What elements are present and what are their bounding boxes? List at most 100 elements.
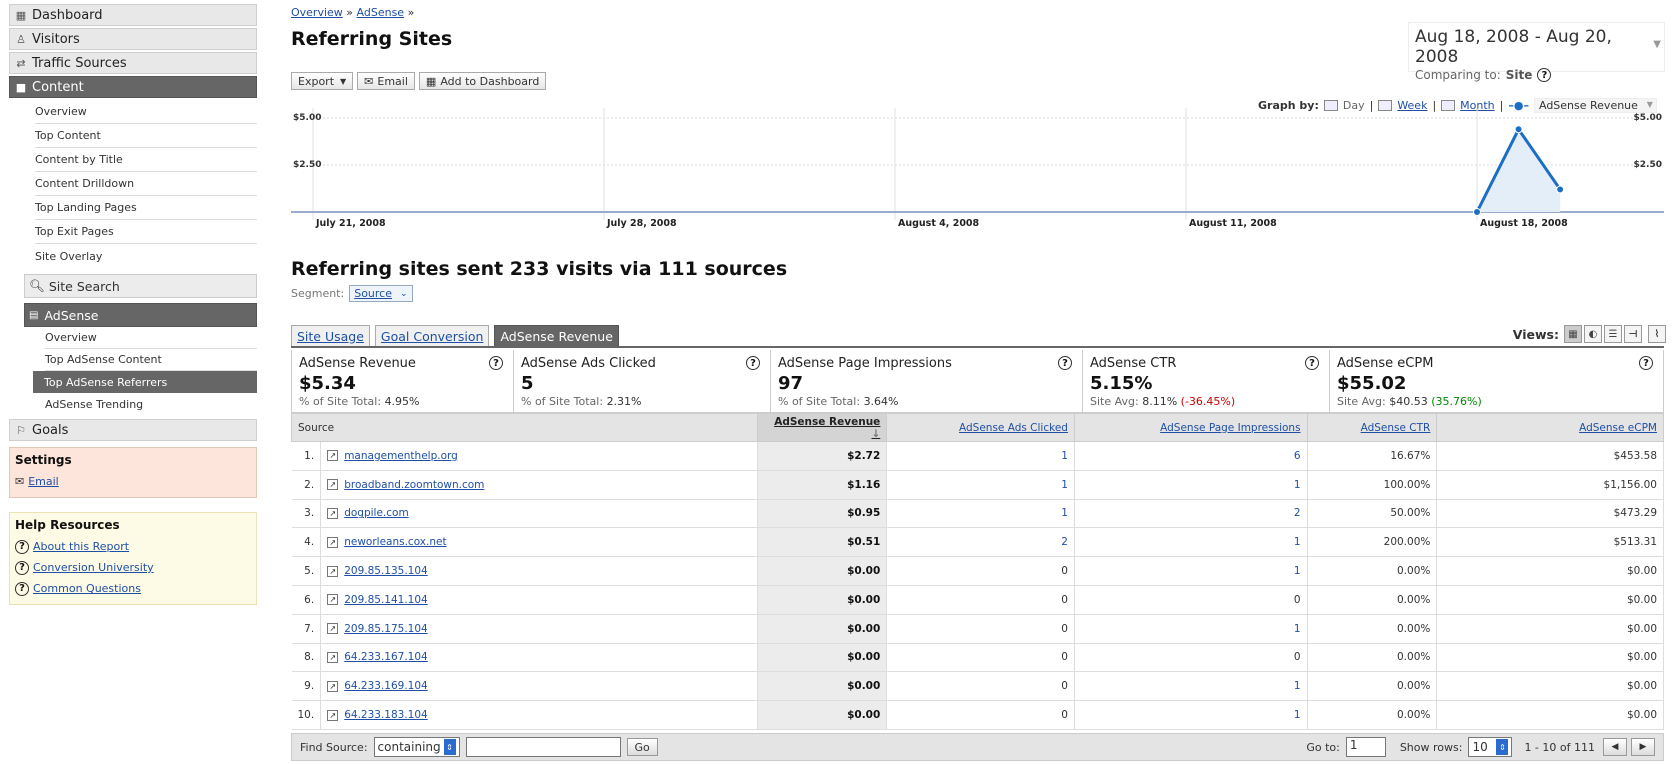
nav-dashboard[interactable]: ▦ Dashboard [9,4,257,26]
external-link-icon[interactable]: ↗ [327,709,339,721]
data-table: Source AdSense Revenue ↓ AdSense Ads Cli… [290,413,1664,730]
sidebar-item-adsense-overview[interactable]: Overview [45,327,257,349]
table-row: 10. ↗ 64.233.183.104 $0.00 0 1 0.00% $0.00 [291,700,1664,730]
sidebar-item-site-overlay[interactable]: Site Overlay [35,244,257,268]
external-link-icon[interactable]: ↗ [327,507,339,519]
cell-ctr: 0.00% [1307,700,1438,730]
breadcrumb-overview[interactable]: Overview [291,6,343,19]
prev-page-button[interactable]: ◀ [1603,738,1627,756]
performance-view-icon[interactable]: ☰ [1604,325,1622,343]
goto-input[interactable]: 1 [1345,737,1386,757]
source-link[interactable]: 64.233.169.104 [344,680,428,692]
tab-site-usage[interactable]: Site Usage [291,325,370,346]
nav-adsense[interactable]: ▤ AdSense [24,303,257,327]
chevron-down-icon[interactable]: ▼ [1653,39,1661,50]
tab-adsense-revenue[interactable]: AdSense Revenue [494,325,619,346]
question-icon[interactable]: ? [1537,68,1552,82]
external-link-icon[interactable]: ↗ [327,450,339,462]
email-button[interactable]: ✉ Email [357,72,415,90]
question-icon[interactable]: ? [1639,356,1653,370]
segment-label: Segment: [291,287,345,300]
x-tick-label: August 11, 2008 [1189,218,1277,229]
external-link-icon[interactable]: ↗ [327,680,339,692]
sidebar-item-overview[interactable]: Overview [35,100,257,124]
external-link-icon[interactable]: ↗ [327,623,339,635]
nav-site-search[interactable]: 🔍︎ Site Search [24,274,257,298]
source-link[interactable]: 64.233.183.104 [344,709,428,721]
source-link[interactable]: managementhelp.org [344,450,458,462]
cell-adsense-revenue: $0.51 [757,527,888,558]
source-link[interactable]: dogpile.com [344,507,408,519]
segment-control: Segment: Source ⌄ [291,285,413,302]
comparison-view-icon[interactable]: ⊣ [1624,325,1642,343]
breadcrumb-adsense[interactable]: AdSense [357,6,405,19]
export-button[interactable]: Export ▼ [291,72,354,90]
external-link-icon[interactable]: ↗ [327,536,339,548]
magnifier-icon: 🔍︎ [29,278,45,293]
help-conversion-university-link[interactable]: Conversion University [33,561,154,574]
cell-ctr: 0.00% [1307,671,1438,702]
sidebar-item-top-adsense-content[interactable]: Top AdSense Content [45,349,257,371]
question-icon[interactable]: ? [746,356,760,370]
spinner-icon: ⇕ [1496,739,1509,755]
cell-ads-clicked: 2 [886,527,1075,558]
help-title: Help Resources [15,518,120,532]
sidebar-item-top-content[interactable]: Top Content [35,124,257,148]
nav-visitors[interactable]: ♙ Visitors [9,28,257,50]
source-link[interactable]: 209.85.175.104 [344,623,428,635]
source-link[interactable]: 64.233.167.104 [344,651,428,663]
external-link-icon[interactable]: ↗ [327,479,339,491]
source-link[interactable]: broadband.zoomtown.com [344,479,484,491]
show-rows-select[interactable]: 10 ⇕ [1468,737,1513,757]
help-common-questions-link[interactable]: Common Questions [33,582,141,595]
segment-select[interactable]: Source ⌄ [349,285,413,302]
tab-goal-conversion[interactable]: Goal Conversion [374,325,490,346]
column-header-ctr[interactable]: AdSense CTR [1306,413,1438,442]
cell-ctr: 0.00% [1307,614,1438,644]
pivot-view-icon[interactable]: ⌇ [1648,325,1666,343]
cell-page-impressions: 2 [1074,499,1308,529]
find-source-label: Find Source: [300,740,368,754]
sidebar-item-top-landing-pages[interactable]: Top Landing Pages [35,196,257,220]
add-to-dashboard-button[interactable]: ▦ Add to Dashboard [418,72,547,90]
column-header-ads-clicked[interactable]: AdSense Ads Clicked [886,413,1075,442]
question-icon[interactable]: ? [1058,356,1072,370]
column-header-page-impressions[interactable]: AdSense Page Impressions [1073,413,1308,442]
question-icon[interactable]: ? [489,356,503,370]
x-tick-label: August 18, 2008 [1480,218,1568,229]
filter-select[interactable]: containing ⇕ [373,737,460,757]
go-button[interactable]: Go [626,738,658,756]
nav-goals[interactable]: ⚐ Goals [9,419,257,441]
dashboard-icon: ▦ [425,74,437,88]
column-header-ecpm[interactable]: AdSense eCPM [1436,413,1664,442]
traffic-icon: ⇄ [16,56,26,70]
column-header-adsense-revenue[interactable]: AdSense Revenue ↓ [757,413,888,442]
source-link[interactable]: 209.85.141.104 [344,594,428,606]
sidebar-item-top-exit-pages[interactable]: Top Exit Pages [35,220,257,244]
nav-content[interactable]: ■ Content [9,76,257,98]
question-icon[interactable]: ? [1305,356,1319,370]
external-link-icon[interactable]: ↗ [327,651,339,663]
pie-view-icon[interactable]: ◐ [1584,325,1602,343]
cell-adsense-revenue: $0.95 [757,499,888,529]
external-link-icon[interactable]: ↗ [327,594,339,606]
find-source-input[interactable] [465,737,621,757]
source-link[interactable]: neworleans.cox.net [344,536,446,548]
nav-traffic-sources[interactable]: ⇄ Traffic Sources [9,52,257,74]
question-icon: ? [15,539,29,554]
table-view-icon[interactable]: ▦ [1564,325,1582,343]
sidebar-item-content-by-title[interactable]: Content by Title [35,148,257,172]
next-page-button[interactable]: ▶ [1631,738,1655,756]
cell-ecpm: $0.00 [1436,556,1664,586]
sidebar-item-content-drilldown[interactable]: Content Drilldown [35,172,257,196]
cell-ads-clicked: 0 [886,556,1075,586]
help-about-report-link[interactable]: About this Report [33,540,129,553]
cell-ecpm: $0.00 [1436,643,1664,673]
row-number: 5. [291,556,322,586]
date-range-picker[interactable]: Aug 18, 2008 - Aug 20, 2008 Comparing to… [1408,22,1665,82]
sidebar-item-adsense-trending[interactable]: AdSense Trending [45,393,257,415]
external-link-icon[interactable]: ↗ [327,565,339,577]
source-link[interactable]: 209.85.135.104 [344,565,428,577]
sidebar-item-top-adsense-referrers[interactable]: Top AdSense Referrers [33,371,257,393]
settings-email-link[interactable]: Email [28,475,59,488]
